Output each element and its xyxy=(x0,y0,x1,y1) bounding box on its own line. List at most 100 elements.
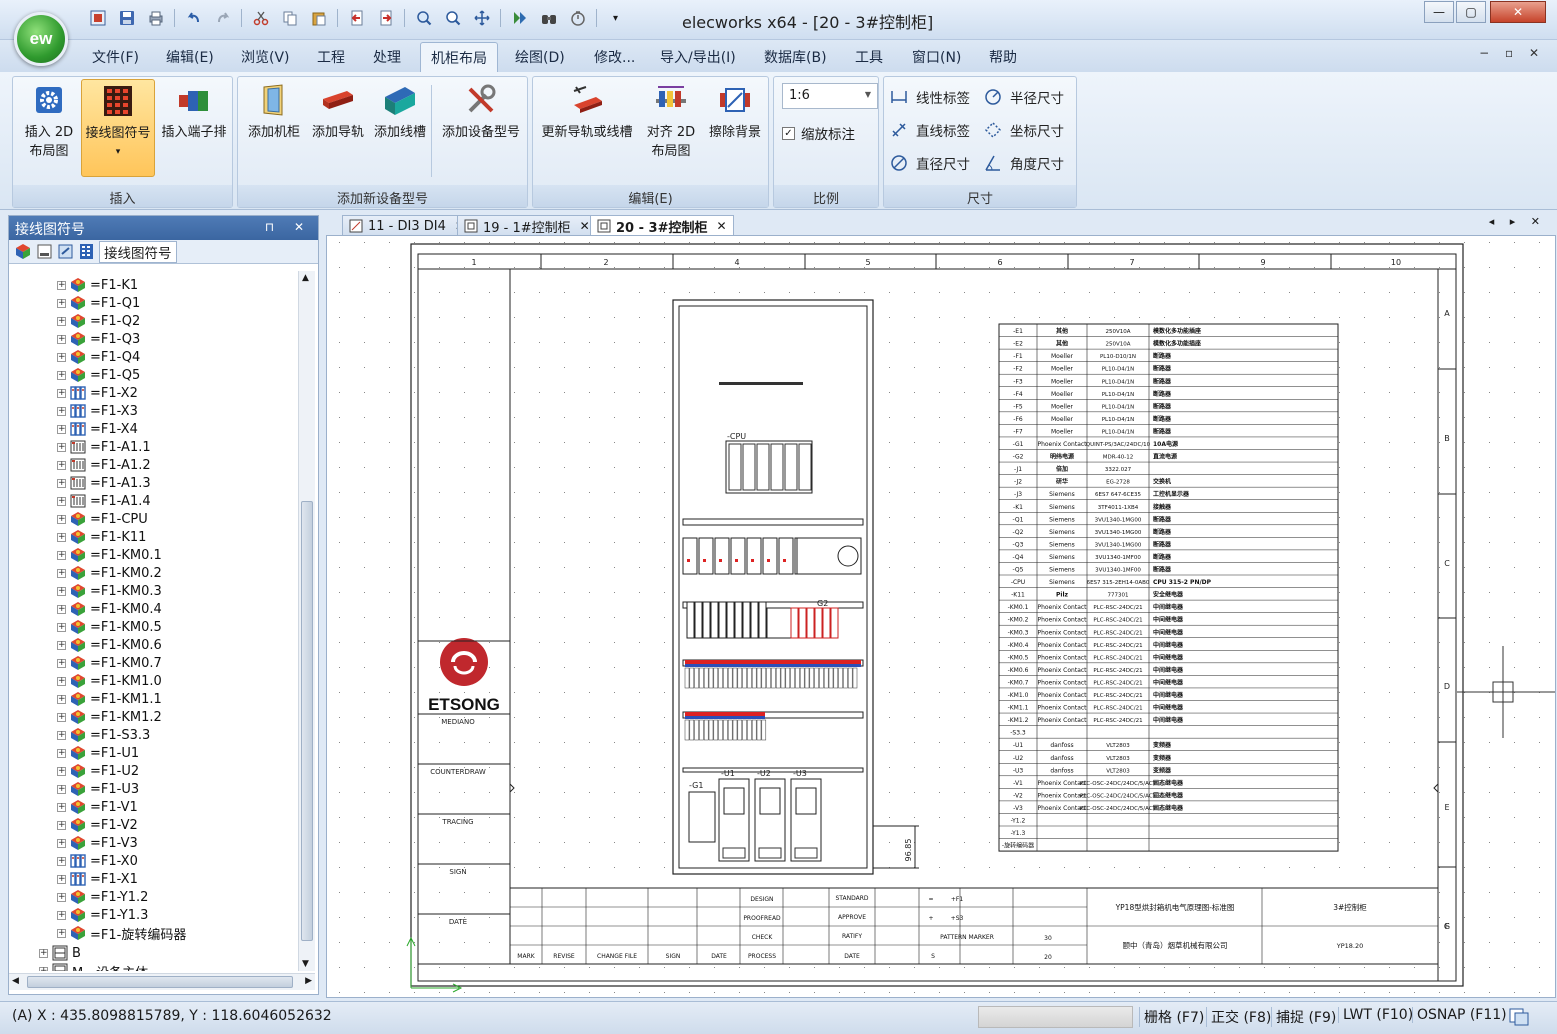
expand-icon[interactable]: + xyxy=(57,478,66,488)
expand-icon[interactable]: + xyxy=(57,892,66,902)
close-icon[interactable]: ✕ xyxy=(580,219,590,233)
update-rails-ducts-button[interactable]: 更新导轨或线槽 xyxy=(537,79,637,142)
expand-icon[interactable]: + xyxy=(57,586,66,596)
tab-database[interactable]: 数据库(B) xyxy=(764,47,827,67)
coord-dim-button[interactable]: 坐标尺寸 xyxy=(984,120,1064,140)
insert-terminal-strip-button[interactable]: 插入端子排 xyxy=(157,79,231,142)
scroll-down-icon[interactable]: ▼ xyxy=(302,959,309,969)
expand-icon[interactable]: + xyxy=(39,966,48,971)
expand-icon[interactable]: + xyxy=(57,568,66,578)
symbols-tab-icon[interactable] xyxy=(78,243,95,260)
tree-item[interactable]: + =F1-S3.3 xyxy=(57,726,150,744)
tree-item[interactable]: + =F1-K1 xyxy=(57,276,138,294)
expand-icon[interactable]: + xyxy=(57,334,66,344)
tree-item[interactable]: + =F1-Q2 xyxy=(57,312,140,330)
expand-icon[interactable]: + xyxy=(57,658,66,668)
expand-icon[interactable]: + xyxy=(57,856,66,866)
regenerate-icon[interactable] xyxy=(506,6,533,30)
tree-item[interactable]: + =F1-Q5 xyxy=(57,366,140,384)
tree-item[interactable]: + =F1-CPU xyxy=(57,510,148,528)
tree-item[interactable]: + =F1-A1.1 xyxy=(57,438,151,456)
scroll-left-icon[interactable]: ◀ xyxy=(12,976,19,986)
doc-tab-11[interactable]: 11 - DI3 DI4 ✕ xyxy=(342,215,472,235)
find-icon[interactable] xyxy=(535,6,562,30)
expand-icon[interactable]: + xyxy=(57,748,66,758)
tree-item[interactable]: + =F1-旋转编码器 xyxy=(57,924,186,943)
tree-item[interactable]: + =F1-KM0.7 xyxy=(57,654,162,672)
pan-icon[interactable] xyxy=(468,6,495,30)
maximize-button[interactable]: ▢ xyxy=(1456,1,1486,23)
drawing-sheet[interactable]: 1 2 4 5 6 7 9 10 ABCDEFG ETSONG MEDIANOCOUNTERD… xyxy=(327,236,1557,999)
expand-icon[interactable]: + xyxy=(39,948,48,958)
expand-icon[interactable]: + xyxy=(57,694,66,704)
snap-toggle[interactable]: 捕捉 (F9) xyxy=(1271,1007,1340,1027)
tree-item[interactable]: + =F1-V1 xyxy=(57,798,138,816)
expand-icon[interactable]: + xyxy=(57,406,66,416)
expand-icon[interactable]: + xyxy=(57,712,66,722)
expand-icon[interactable]: + xyxy=(57,388,66,398)
macros-tab-icon[interactable] xyxy=(57,243,74,260)
tree-item[interactable]: + =F1-U2 xyxy=(57,762,139,780)
zoom-icon[interactable] xyxy=(439,6,466,30)
expand-icon[interactable]: + xyxy=(57,298,66,308)
angle-dim-button[interactable]: 角度尺寸 xyxy=(984,153,1064,173)
tab-help[interactable]: 帮助 xyxy=(989,47,1017,67)
mdi-window-controls[interactable]: − ▫ ✕ xyxy=(1479,46,1545,60)
tree-item[interactable]: + =F1-X2 xyxy=(57,384,138,402)
grid-toggle[interactable]: 栅格 (F7) xyxy=(1139,1007,1208,1027)
tree-item[interactable]: + =F1-K11 xyxy=(57,528,146,546)
expand-icon[interactable]: + xyxy=(57,370,66,380)
expand-icon[interactable]: + xyxy=(57,514,66,524)
align-2d-layout-button[interactable]: 对齐 2D 布局图 xyxy=(639,79,703,161)
previous-page-icon[interactable] xyxy=(343,6,370,30)
expand-icon[interactable]: + xyxy=(57,424,66,434)
osnap-toggle[interactable]: OSNAP (F11) xyxy=(1412,1007,1511,1023)
add-rail-button[interactable]: 添加导轨 xyxy=(306,79,370,142)
tree-item[interactable]: + =F1-X4 xyxy=(57,420,138,438)
expand-icon[interactable]: + xyxy=(57,874,66,884)
close-icon[interactable]: ✕ xyxy=(716,219,726,233)
tree-item[interactable]: + =F1-V3 xyxy=(57,834,138,852)
tree-item[interactable]: + =F1-KM1.1 xyxy=(57,690,162,708)
tree-item[interactable]: + =F1-U1 xyxy=(57,744,139,762)
tree-item[interactable]: + =F1-X1 xyxy=(57,870,138,888)
add-part-button[interactable]: 添加设备型号 xyxy=(436,79,526,142)
scale-dims-checkbox[interactable]: ✓ 缩放标注 xyxy=(782,123,855,143)
minimize-button[interactable]: — xyxy=(1424,1,1454,23)
tree-item[interactable]: + =F1-A1.3 xyxy=(57,474,151,492)
insert-2d-layout-button[interactable]: 插入 2D 布局图 xyxy=(19,79,79,161)
radius-dim-button[interactable]: 半径尺寸 xyxy=(984,87,1064,107)
tree-item[interactable]: + =F1-X3 xyxy=(57,402,138,420)
doc-tab-19[interactable]: 19 - 1#控制柜 ✕ xyxy=(457,215,597,236)
symbols-tab-label[interactable]: 接线图符号 xyxy=(99,240,177,263)
tree-item[interactable]: + =F1-Q3 xyxy=(57,330,140,348)
expand-icon[interactable]: + xyxy=(57,766,66,776)
expand-icon[interactable]: + xyxy=(57,460,66,470)
add-duct-button[interactable]: 添加线槽 xyxy=(370,79,430,142)
tree-vertical-scrollbar[interactable]: ▲ ▼ xyxy=(298,271,315,971)
tab-file[interactable]: 文件(F) xyxy=(92,47,139,67)
expand-icon[interactable]: + xyxy=(57,604,66,614)
tab-import-export[interactable]: 导入/导出(I) xyxy=(660,47,736,67)
linear-label-button[interactable]: 线性标签 xyxy=(890,87,970,107)
save-icon[interactable] xyxy=(113,6,140,30)
tab-modify[interactable]: 修改... xyxy=(594,47,635,67)
checkbox-icon[interactable]: ✓ xyxy=(782,126,795,140)
tab-cabinet-layout[interactable]: 机柜布局 xyxy=(420,42,498,73)
wiring-symbol-button[interactable]: 接线图符号 ▾ xyxy=(81,79,155,177)
tree-item[interactable]: + =F1-KM0.1 xyxy=(57,546,162,564)
tab-process[interactable]: 处理 xyxy=(373,47,401,67)
timer-icon[interactable] xyxy=(564,6,591,30)
redo-icon[interactable] xyxy=(209,6,236,30)
expand-icon[interactable]: + xyxy=(57,316,66,326)
expand-icon[interactable]: + xyxy=(57,532,66,542)
expand-icon[interactable]: + xyxy=(57,784,66,794)
expand-icon[interactable]: + xyxy=(57,838,66,848)
tree-item[interactable]: + =F1-KM0.4 xyxy=(57,600,162,618)
next-page-icon[interactable] xyxy=(372,6,399,30)
expand-icon[interactable]: + xyxy=(57,676,66,686)
tree-item[interactable]: + =F1-Y1.3 xyxy=(57,906,148,924)
layout-icon[interactable] xyxy=(1508,1007,1530,1027)
copy-icon[interactable] xyxy=(276,6,303,30)
cut-icon[interactable] xyxy=(247,6,274,30)
